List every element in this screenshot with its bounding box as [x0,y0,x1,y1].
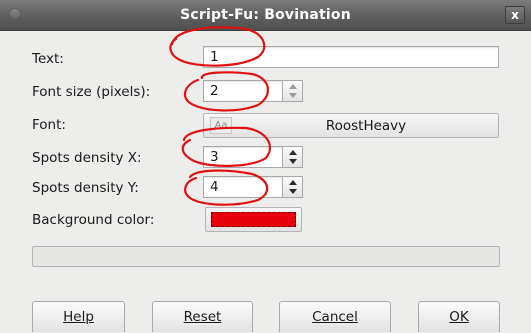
ok-button[interactable]: OK [418,301,500,332]
increment-arrow-icon[interactable] [289,150,297,155]
font-selector-button[interactable]: Aa RoostHeavy [203,113,499,138]
font-size-input[interactable]: 2 [203,80,283,102]
increment-arrow-icon[interactable] [289,84,297,89]
background-color-label: Background color: [32,212,155,228]
cancel-button-label: Cancel [312,309,358,325]
font-label: Font: [32,117,66,133]
spots-density-y-stepper[interactable] [283,176,303,198]
spots-density-x-input[interactable]: 3 [203,146,283,168]
font-size-stepper[interactable] [283,80,303,102]
background-color-button[interactable] [205,207,302,232]
window-title: Script-Fu: Bovination [180,7,351,23]
progress-bar [32,246,500,267]
text-input[interactable]: 1 [203,46,499,68]
decrement-arrow-icon[interactable] [289,189,297,194]
font-size-label: Font size (pixels): [32,84,151,100]
increment-arrow-icon[interactable] [289,180,297,185]
font-preview-icon: Aa [210,117,232,134]
text-label: Text: [32,51,64,67]
reset-button-label: Reset [183,309,222,325]
title-bar: Script-Fu: Bovination x [0,0,531,31]
cancel-button[interactable]: Cancel [279,301,391,332]
spots-density-y-input[interactable]: 4 [203,176,283,198]
help-button[interactable]: Help [32,301,125,332]
close-button[interactable]: x [505,6,525,24]
reset-button[interactable]: Reset [152,301,253,332]
help-button-label: Help [63,309,94,325]
decrement-arrow-icon[interactable] [289,159,297,164]
color-swatch [211,212,296,227]
font-name: RoostHeavy [325,118,407,134]
spots-density-x-stepper[interactable] [283,146,303,168]
spots-density-y-label: Spots density Y: [32,180,139,196]
ok-button-label: OK [449,309,469,325]
spots-density-x-label: Spots density X: [32,150,142,166]
decrement-arrow-icon[interactable] [289,93,297,98]
